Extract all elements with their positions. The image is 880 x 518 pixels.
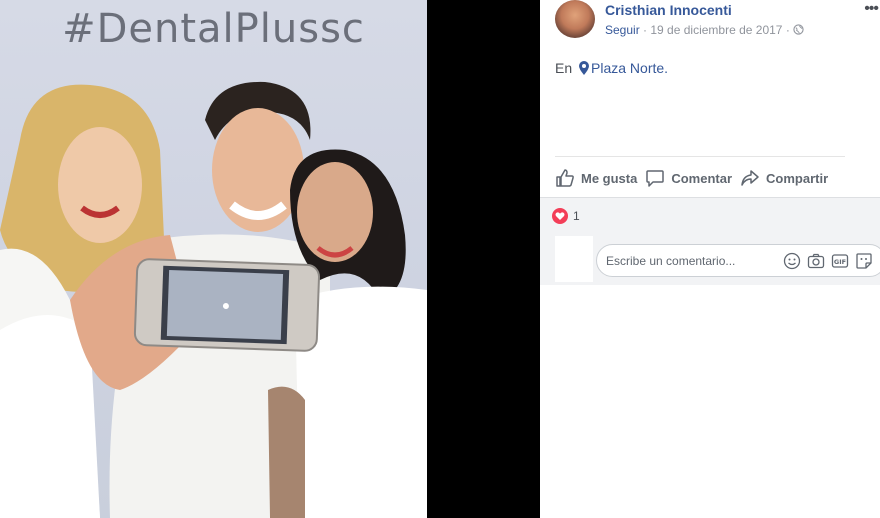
love-reaction-icon <box>552 208 568 224</box>
thumbs-up-icon <box>556 169 574 187</box>
post-photo[interactable]: #DentalPlussc <box>0 0 427 518</box>
comment-input-tools: GIF <box>783 252 873 270</box>
location-prefix: En <box>555 60 573 76</box>
comment-input[interactable]: Escribe un comentario... GIF <box>596 244 880 277</box>
comment-button[interactable]: Comentar <box>645 168 732 188</box>
meta-separator: · <box>643 23 648 37</box>
comment-bubble-icon <box>646 170 665 187</box>
viewer-avatar <box>555 236 593 282</box>
share-arrow-icon <box>741 170 759 186</box>
post-location: En Plaza Norte. <box>555 60 668 76</box>
reaction-summary[interactable]: 1 <box>552 208 580 224</box>
svg-text:GIF: GIF <box>834 258 846 266</box>
map-pin-icon <box>579 61 590 75</box>
follow-link[interactable]: Seguir <box>605 23 640 37</box>
author-name-link[interactable]: Cristhian Innocenti <box>605 2 732 18</box>
actions-divider <box>555 156 845 157</box>
post-date-link[interactable]: 19 de diciembre de 2017 <box>650 23 782 37</box>
sticker-icon[interactable] <box>855 252 873 270</box>
emoji-icon[interactable] <box>783 252 801 270</box>
photo-illustration <box>0 81 427 518</box>
photo-viewer: #DentalPlussc <box>0 0 540 518</box>
public-globe-icon <box>793 24 804 35</box>
post-options-icon[interactable]: ••• <box>864 0 879 18</box>
gif-icon[interactable]: GIF <box>831 252 849 270</box>
photo-hashtag-overlay: #DentalPlussc <box>62 6 365 52</box>
share-label: Compartir <box>766 170 829 186</box>
post-meta: Seguir · 19 de diciembre de 2017 · <box>605 23 804 37</box>
meta-separator: · <box>785 23 790 37</box>
comments-section: 1 Escribe un comentario... GIF <box>540 197 880 285</box>
comment-placeholder: Escribe un comentario... <box>606 254 736 268</box>
location-link[interactable]: Plaza Norte. <box>591 60 668 76</box>
share-button[interactable]: Compartir <box>740 168 828 188</box>
post-side-panel: Cristhian Innocenti Seguir · 19 de dicie… <box>540 0 880 518</box>
post-actions: Me gusta Comentar Compartir <box>555 164 828 192</box>
comment-label: Comentar <box>671 170 733 186</box>
like-label: Me gusta <box>581 170 638 186</box>
author-avatar[interactable] <box>555 0 595 38</box>
like-button[interactable]: Me gusta <box>555 168 637 188</box>
camera-icon[interactable] <box>807 252 825 270</box>
reaction-count: 1 <box>573 209 580 223</box>
